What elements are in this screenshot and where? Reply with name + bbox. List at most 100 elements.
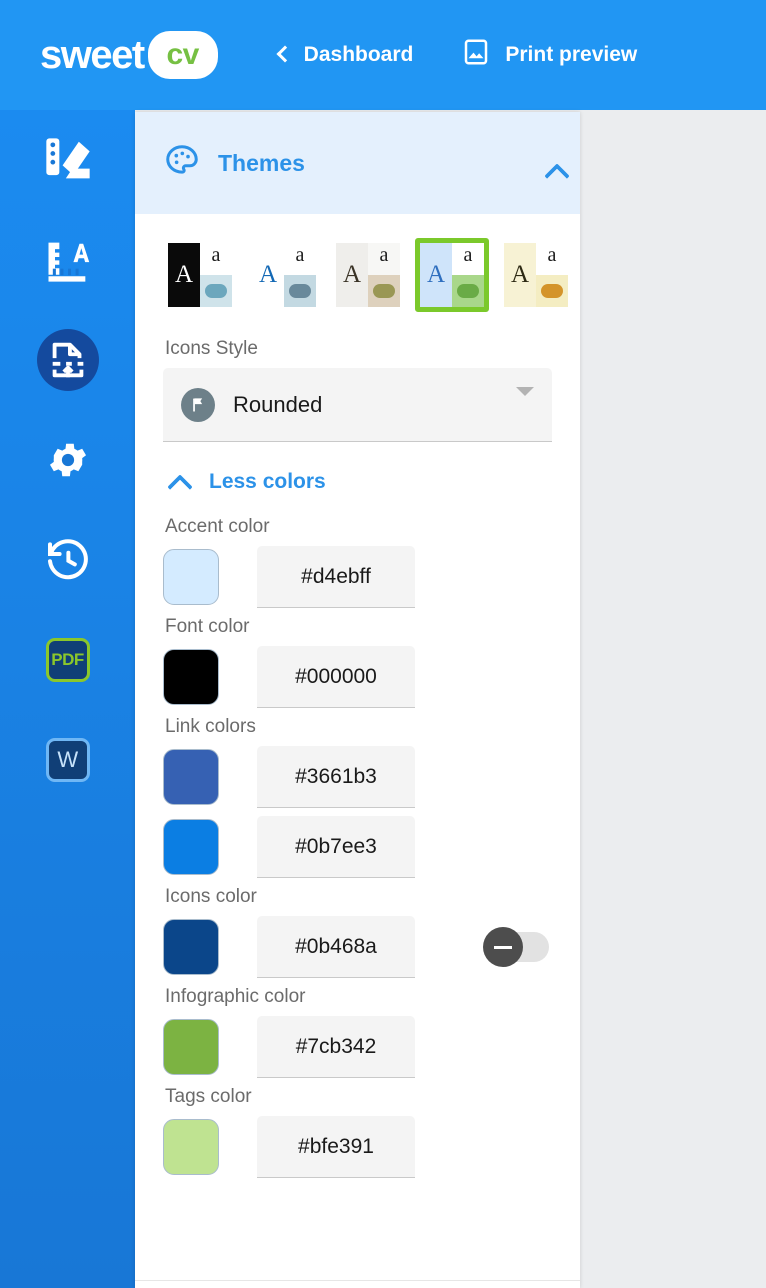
link-colors-row (163, 746, 552, 808)
sidebar-item-history[interactable] (0, 510, 135, 610)
less-colors-label: Less colors (209, 470, 326, 493)
chevron-up-icon (167, 474, 193, 490)
theme-preview-heading-letter: A (336, 243, 368, 307)
theme-preview-body-letter: a (452, 243, 484, 275)
minus-icon (494, 945, 512, 949)
font-color-swatch[interactable] (163, 649, 219, 705)
icons-style-label: Icons Style (165, 338, 258, 359)
link-colors-hex-input[interactable] (257, 746, 415, 808)
infographic-color-row (163, 1016, 552, 1078)
accent-color-swatch[interactable] (163, 549, 219, 605)
accent-color-group: Accent color (163, 516, 552, 608)
tags-color-swatch[interactable] (163, 1119, 219, 1175)
sidebar-item-typography[interactable] (0, 210, 135, 310)
document-upload-icon (36, 329, 99, 391)
app-logo[interactable]: sweet cv (40, 31, 218, 79)
toggle-thumb (483, 927, 523, 967)
theme-preview-heading-letter: A (252, 243, 284, 307)
theme-preview-accent (284, 275, 316, 307)
tags-color-label: Tags color (165, 1086, 252, 1107)
link-colors-row (163, 816, 552, 878)
infographic-color-label: Infographic color (165, 986, 306, 1007)
chevron-left-icon (276, 44, 290, 66)
collapse-panel-button[interactable] (536, 155, 552, 171)
theme-preset-3[interactable]: Aa (331, 238, 405, 312)
link-colors-label: Link colors (165, 716, 256, 737)
themes-panel-body: AaAaAaAaAa Icons Style Rounded Less colo… (135, 214, 580, 1178)
theme-preview-accent (452, 275, 484, 307)
theme-preview-body-letter: a (536, 243, 568, 275)
theme-preset-1[interactable]: Aa (163, 238, 237, 312)
sidebar-item-layout[interactable] (0, 310, 135, 410)
left-sidebar: PDF W (0, 110, 135, 1288)
theme-preview-heading-letter: A (504, 243, 536, 307)
theme-preview-body-letter: a (200, 243, 232, 275)
theme-preset-5[interactable]: Aa (499, 238, 573, 312)
logo-pill-text: cv (166, 38, 199, 71)
print-preview-button[interactable]: Print preview (461, 37, 637, 73)
theme-preview-heading-letter: A (168, 243, 200, 307)
pdf-badge-icon: PDF (45, 638, 90, 682)
page-title: Themes (218, 149, 305, 176)
link-colors-hex-input[interactable] (257, 816, 415, 878)
tags-color-hex-input[interactable] (257, 1116, 415, 1178)
theme-preset-4[interactable]: Aa (415, 238, 489, 312)
gear-icon (37, 429, 99, 491)
themes-panel-header[interactable]: Themes (135, 112, 580, 214)
sidebar-item-export-pdf[interactable]: PDF (0, 610, 135, 710)
link-colors-group: Link colors (163, 716, 552, 878)
link-colors-swatch[interactable] (163, 819, 219, 875)
accent-color-label: Accent color (165, 516, 270, 537)
image-icon (461, 37, 491, 73)
tags-color-row (163, 1116, 552, 1178)
less-colors-toggle[interactable]: Less colors (167, 470, 326, 494)
icons-color-group: Icons color (163, 886, 552, 978)
theme-preview: Aa (336, 243, 400, 307)
caret-down-icon[interactable] (516, 386, 534, 414)
tags-color-group: Tags color (163, 1086, 552, 1178)
icons-color-toggle[interactable] (483, 927, 549, 967)
print-preview-label: Print preview (505, 43, 638, 66)
icons-color-swatch[interactable] (163, 919, 219, 975)
accent-color-row (163, 546, 552, 608)
sidebar-item-themes[interactable] (0, 110, 135, 210)
infographic-color-hex-input[interactable] (257, 1016, 415, 1078)
themes-panel: Themes AaAaAaAaAa Icons Style Rounded Le… (135, 112, 580, 1288)
sidebar-item-export-word[interactable]: W (0, 710, 135, 810)
theme-preview-body-letter: a (368, 243, 400, 275)
dashboard-label: Dashboard (303, 43, 414, 66)
color-settings-list: Accent color Font color Link colors Icons c… (163, 516, 552, 1178)
font-color-hex-input[interactable] (257, 646, 415, 708)
theme-preset-list: AaAaAaAaAa (163, 238, 568, 312)
pdf-badge-label: PDF (51, 650, 84, 669)
word-badge-label: W (57, 747, 78, 772)
palette-icon (163, 142, 201, 185)
theme-preview-body-letter: a (284, 243, 316, 275)
panel-divider (135, 1280, 580, 1288)
logo-pill: cv (147, 31, 218, 79)
ruler-letter-icon (37, 229, 99, 291)
app-header: sweet cv Dashboard Print preview (0, 0, 766, 110)
logo-wordmark: sweet (40, 33, 145, 77)
dashboard-button[interactable]: Dashboard (276, 43, 414, 67)
theme-preset-2[interactable]: Aa (247, 238, 321, 312)
icons-color-label: Icons color (165, 886, 257, 907)
sidebar-item-settings[interactable] (0, 410, 135, 510)
icons-color-hex-input[interactable] (257, 916, 415, 978)
history-clock-icon (37, 529, 99, 591)
font-color-label: Font color (165, 616, 250, 637)
font-color-group: Font color (163, 616, 552, 708)
font-color-row (163, 646, 552, 708)
theme-preview: Aa (168, 243, 232, 307)
infographic-color-swatch[interactable] (163, 1019, 219, 1075)
theme-preview: Aa (252, 243, 316, 307)
icons-style-select[interactable]: Rounded (163, 368, 552, 442)
accent-color-hex-input[interactable] (257, 546, 415, 608)
theme-preview-accent (368, 275, 400, 307)
word-badge-icon: W (45, 738, 90, 782)
theme-preview: Aa (504, 243, 568, 307)
theme-preview-accent (200, 275, 232, 307)
theme-preview: Aa (420, 243, 484, 307)
link-colors-swatch[interactable] (163, 749, 219, 805)
icons-style-value: Rounded (233, 391, 323, 417)
